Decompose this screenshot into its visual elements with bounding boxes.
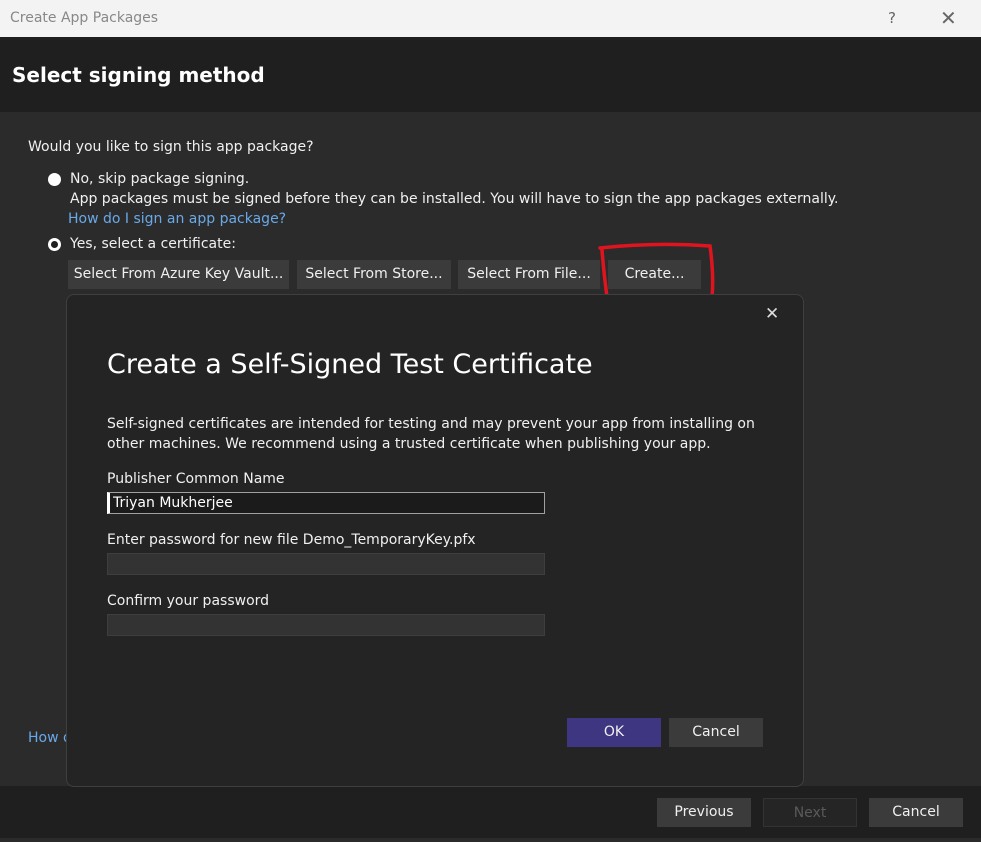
select-from-file-button[interactable]: Select From File... xyxy=(458,260,600,289)
select-from-store-button[interactable]: Select From Store... xyxy=(297,260,451,289)
window-title: Create App Packages xyxy=(10,10,159,26)
dialog-description-line2: other machines. We recommend using a tru… xyxy=(107,436,711,452)
close-icon[interactable]: ✕ xyxy=(940,6,957,30)
radio-skip-signing[interactable] xyxy=(48,173,61,186)
previous-button[interactable]: Previous xyxy=(657,798,751,827)
radio-select-certificate[interactable] xyxy=(48,238,61,251)
select-certificate-label[interactable]: Yes, select a certificate: xyxy=(70,236,236,252)
confirm-password-input[interactable] xyxy=(107,614,545,636)
how-to-sign-link[interactable]: How do I sign an app package? xyxy=(68,211,286,227)
publisher-name-label: Publisher Common Name xyxy=(107,471,285,487)
next-button[interactable]: Next xyxy=(763,798,857,827)
help-icon[interactable]: ? xyxy=(888,9,896,27)
self-signed-certificate-dialog: ✕ Create a Self-Signed Test Certificate … xyxy=(66,294,804,787)
sign-question: Would you like to sign this app package? xyxy=(28,139,314,155)
confirm-password-label: Confirm your password xyxy=(107,593,270,609)
page-header: Select signing method xyxy=(0,37,981,112)
select-azure-key-vault-button[interactable]: Select From Azure Key Vault... xyxy=(68,260,289,289)
footer-cancel-button[interactable]: Cancel xyxy=(869,798,963,827)
dialog-description-line1: Self-signed certificates are intended fo… xyxy=(107,416,755,432)
ok-button[interactable]: OK xyxy=(567,718,661,747)
dialog-close-icon[interactable]: ✕ xyxy=(765,304,779,324)
skip-signing-label[interactable]: No, skip package signing. xyxy=(70,171,249,187)
page-title: Select signing method xyxy=(12,63,265,87)
dialog-cancel-button[interactable]: Cancel xyxy=(669,718,763,747)
dialog-title: Create a Self-Signed Test Certificate xyxy=(107,349,593,380)
title-bar: Create App Packages ? ✕ xyxy=(0,0,981,37)
skip-signing-description: App packages must be signed before they … xyxy=(70,191,839,207)
publisher-name-input[interactable] xyxy=(107,492,545,514)
password-input[interactable] xyxy=(107,553,545,575)
wizard-footer: Previous Next Cancel xyxy=(0,786,981,838)
password-label: Enter password for new file Demo_Tempora… xyxy=(107,532,476,548)
